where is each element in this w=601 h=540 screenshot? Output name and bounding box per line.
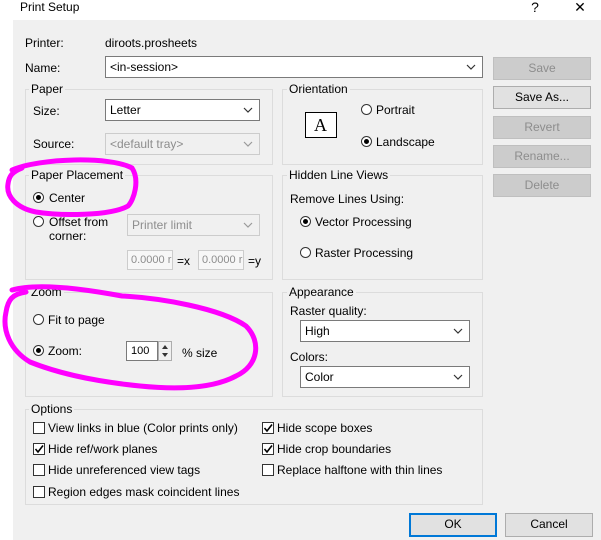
annotation-overlay — [2, 157, 259, 391]
annotation-circle-zoom — [2, 284, 259, 391]
annotation-circle-placement — [5, 157, 139, 217]
